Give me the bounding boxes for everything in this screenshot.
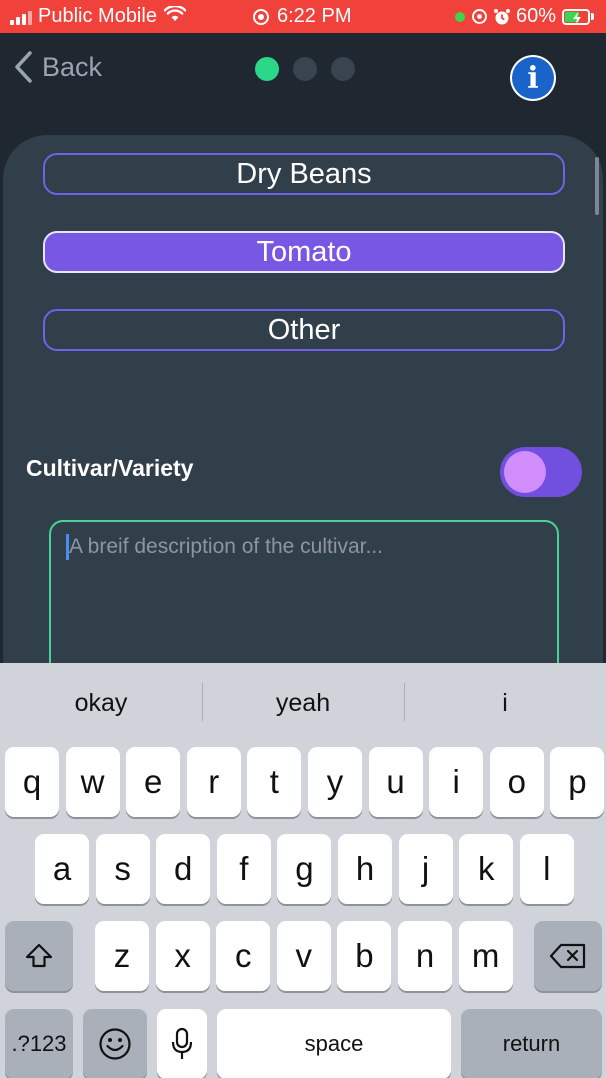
- alarm-icon: [493, 8, 511, 26]
- key-u[interactable]: u: [368, 747, 423, 817]
- backspace-key[interactable]: [534, 921, 602, 991]
- crop-option-label: Other: [267, 313, 341, 346]
- status-time: 6:22 PM: [277, 5, 352, 27]
- cultivar-toggle[interactable]: [500, 447, 582, 497]
- crop-option-tomato[interactable]: Tomato: [43, 231, 565, 273]
- toggle-knob: [504, 451, 546, 493]
- key-o[interactable]: o: [489, 747, 544, 817]
- key-e[interactable]: e: [126, 747, 181, 817]
- key-m[interactable]: m: [458, 921, 513, 991]
- crop-option-dry-beans[interactable]: Dry Beans: [43, 153, 565, 195]
- suggestion-1[interactable]: okay: [1, 689, 201, 718]
- status-center: 6:22 PM: [252, 5, 351, 28]
- key-d[interactable]: d: [156, 834, 211, 904]
- key-g[interactable]: g: [277, 834, 332, 904]
- key-s[interactable]: s: [95, 834, 150, 904]
- numbers-key[interactable]: .?123: [5, 1009, 73, 1078]
- carrier-name: Public Mobile: [38, 5, 157, 27]
- microphone-icon: [171, 1027, 193, 1059]
- suggestion-2[interactable]: yeah: [203, 689, 403, 718]
- focus-icon: [252, 8, 270, 26]
- info-button[interactable]: i: [510, 55, 556, 101]
- emoji-icon: [99, 1028, 131, 1060]
- suggestion-3[interactable]: i: [405, 689, 605, 718]
- key-z[interactable]: z: [95, 921, 149, 991]
- key-b[interactable]: b: [337, 921, 392, 991]
- shift-key[interactable]: [5, 921, 73, 991]
- emoji-key[interactable]: [83, 1009, 147, 1078]
- key-i[interactable]: i: [429, 747, 484, 817]
- key-l[interactable]: l: [519, 834, 574, 904]
- shift-icon: [25, 943, 53, 968]
- microphone-key[interactable]: [157, 1009, 207, 1078]
- nav-header: Back i: [0, 33, 606, 103]
- key-p[interactable]: p: [550, 747, 605, 817]
- crop-option-label: Tomato: [256, 235, 352, 268]
- backspace-icon: [549, 943, 586, 969]
- scrollbar[interactable]: [595, 157, 599, 215]
- key-t[interactable]: t: [247, 747, 302, 817]
- back-label: Back: [42, 51, 103, 82]
- wifi-icon: [163, 4, 187, 28]
- key-j[interactable]: j: [398, 834, 453, 904]
- step-dot-2: [293, 57, 317, 81]
- on-screen-keyboard: okay yeah i qwertyuiop asdfghjkl zxcvbnm…: [0, 663, 606, 1078]
- suggestion-bar: okay yeah i: [0, 663, 606, 743]
- space-key[interactable]: space: [217, 1009, 451, 1078]
- status-left: Public Mobile: [10, 4, 187, 28]
- signal-icon: [10, 9, 32, 25]
- key-x[interactable]: x: [155, 921, 210, 991]
- content-card: Dry Beans Tomato Other Cultivar/Variety …: [3, 135, 603, 780]
- location-icon: [471, 8, 488, 25]
- battery-percent: 60%: [515, 5, 556, 27]
- cultivar-label: Cultivar/Variety: [26, 455, 194, 481]
- key-n[interactable]: n: [398, 921, 452, 991]
- description-placeholder: A breif description of the cultivar...: [69, 535, 383, 558]
- back-chevron-icon: [15, 51, 32, 83]
- back-button[interactable]: Back: [14, 51, 102, 83]
- status-bar: Public Mobile 6:22 PM 60%: [0, 0, 606, 33]
- key-k[interactable]: k: [459, 834, 514, 904]
- step-indicator: [255, 57, 355, 81]
- key-h[interactable]: h: [338, 834, 392, 904]
- key-y[interactable]: y: [308, 747, 362, 817]
- key-v[interactable]: v: [276, 921, 331, 991]
- battery-icon: [562, 8, 594, 25]
- step-dot-1: [255, 57, 279, 81]
- key-a[interactable]: a: [35, 834, 89, 904]
- key-r[interactable]: r: [186, 747, 241, 817]
- status-right: 60%: [454, 5, 594, 28]
- crop-option-label: Dry Beans: [236, 157, 372, 190]
- key-q[interactable]: q: [5, 747, 59, 817]
- step-dot-3: [331, 57, 355, 81]
- key-w[interactable]: w: [65, 747, 120, 817]
- return-key[interactable]: return: [461, 1009, 602, 1078]
- key-f[interactable]: f: [216, 834, 271, 904]
- key-c[interactable]: c: [216, 921, 271, 991]
- info-icon: i: [512, 57, 554, 99]
- indicator-dot: [454, 11, 465, 22]
- crop-option-other[interactable]: Other: [43, 309, 565, 351]
- app-screen: Public Mobile 6:22 PM 60% Back i Dry Bea…: [0, 0, 606, 1078]
